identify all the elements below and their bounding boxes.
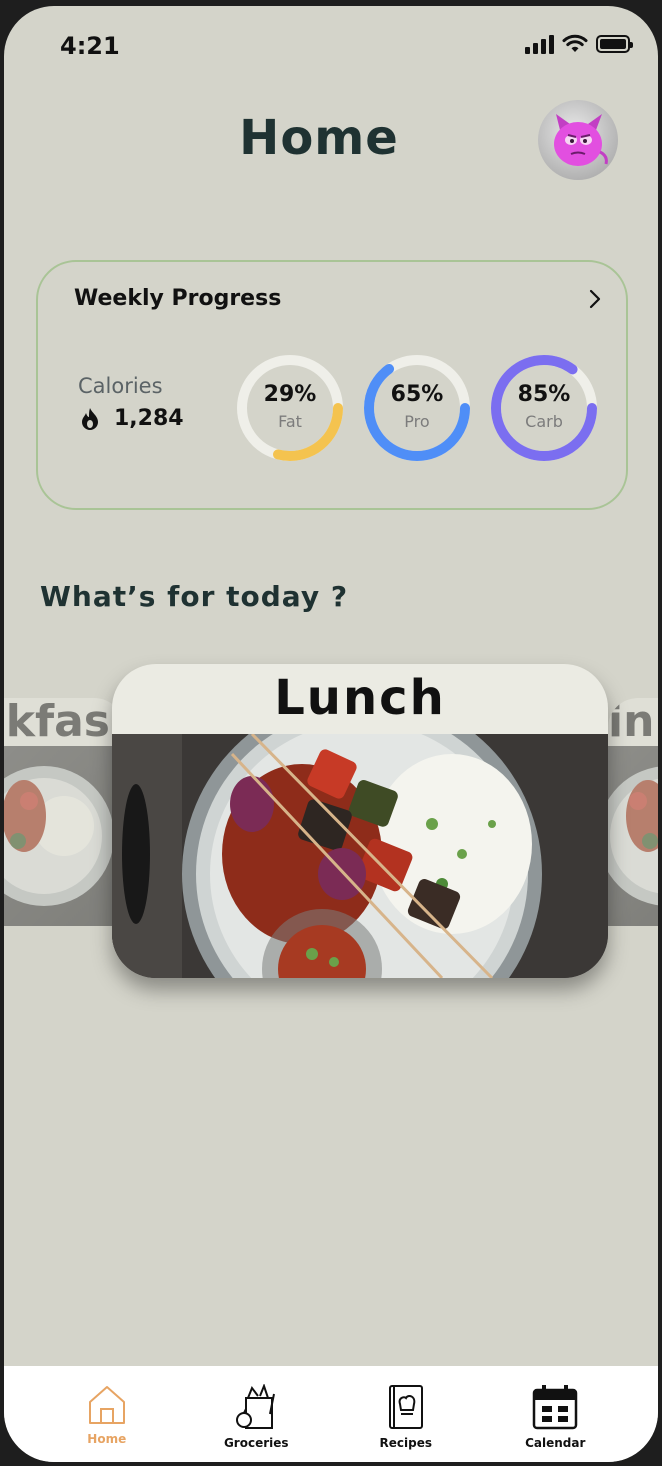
dinner-card-title: inn: [608, 698, 658, 747]
weekly-progress-card[interactable]: Weekly Progress Calories 1,284 29% Fat 6…: [36, 260, 628, 510]
tab-home-label: Home: [87, 1432, 127, 1446]
cellular-signal-icon: [525, 34, 554, 54]
tab-groceries-label: Groceries: [223, 1436, 289, 1450]
tab-groceries[interactable]: Groceries: [196, 1366, 316, 1462]
tab-calendar[interactable]: Calendar: [495, 1366, 615, 1462]
tab-recipes-label: Recipes: [379, 1436, 432, 1450]
calories-label: Calories: [78, 374, 163, 398]
tab-bar: Home Groceries Recipes Calendar: [4, 1366, 658, 1462]
flame-icon: [82, 407, 98, 430]
carb-percent: 85%: [517, 382, 571, 407]
avatar[interactable]: [538, 100, 618, 180]
home-icon: [88, 1386, 125, 1424]
fat-percent: 29%: [263, 382, 317, 407]
recipe-book-icon: [388, 1385, 423, 1429]
todays-meals-heading: What’s for today ?: [40, 580, 349, 613]
weekly-progress-title: Weekly Progress: [74, 286, 282, 311]
chevron-right-icon[interactable]: [588, 288, 602, 310]
tab-home[interactable]: Home: [47, 1366, 167, 1462]
phone-screen: 4:21 Home Weekly Progress Calories 1,284…: [4, 6, 658, 1462]
breakfast-photo: [4, 746, 124, 926]
carb-progress-ring[interactable]: 85% Carb: [488, 352, 600, 464]
calories-value: 1,284: [114, 406, 184, 431]
protein-percent: 65%: [390, 382, 444, 407]
grocery-bag-icon: [236, 1384, 276, 1429]
lunch-card-title: Lunch: [274, 670, 446, 726]
carb-label: Carb: [525, 412, 563, 431]
wifi-icon: [562, 34, 588, 52]
breakfast-card[interactable]: kfas: [4, 698, 124, 926]
calories-row: 1,284: [80, 406, 184, 431]
protein-progress-ring[interactable]: 65% Pro: [361, 352, 473, 464]
fat-progress-ring[interactable]: 29% Fat: [234, 352, 346, 464]
fat-label: Fat: [278, 412, 302, 431]
dinner-card[interactable]: inn: [608, 698, 658, 926]
dinner-photo: [608, 746, 658, 926]
status-icons: [525, 34, 633, 54]
tab-calendar-label: Calendar: [525, 1436, 586, 1450]
devil-emoji-avatar-icon: [554, 114, 608, 166]
battery-icon: [596, 35, 633, 53]
lunch-photo: [112, 694, 608, 978]
calendar-icon: [533, 1385, 578, 1430]
protein-label: Pro: [404, 412, 430, 431]
tab-recipes[interactable]: Recipes: [346, 1366, 466, 1462]
status-time: 4:21: [60, 32, 120, 60]
lunch-card[interactable]: Lunch: [112, 664, 608, 978]
breakfast-card-title: kfas: [5, 698, 110, 747]
